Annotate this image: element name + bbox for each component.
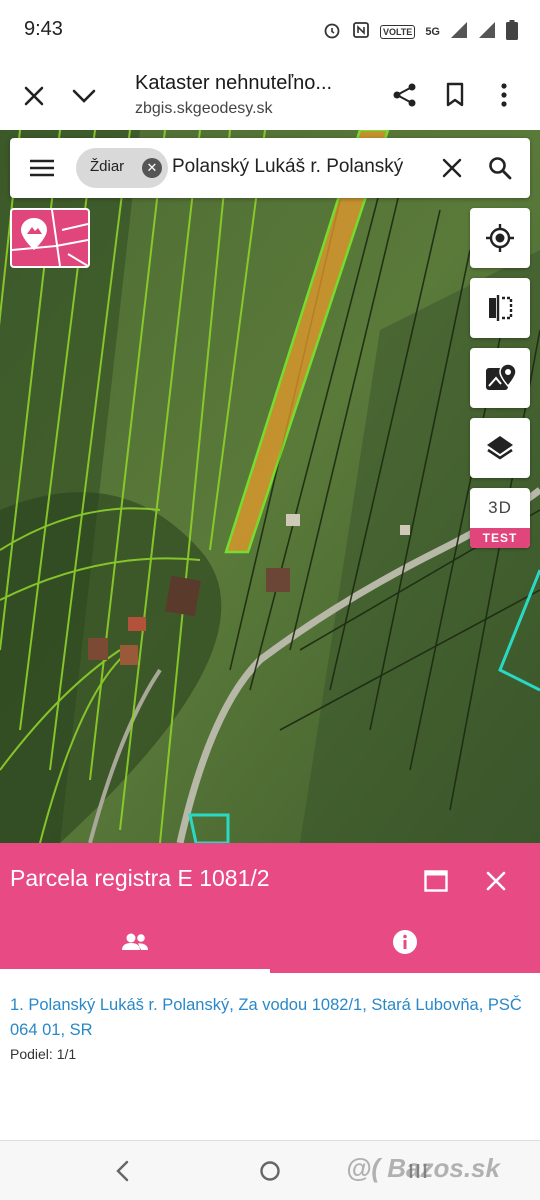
watermark: @( Bazos.sk <box>346 1153 500 1183</box>
signal-icon-2 <box>478 21 496 42</box>
parcel-title: Parcela registra E 1081/2 <box>10 865 270 891</box>
my-location-icon[interactable] <box>470 208 530 268</box>
volte-badge: VOLTE <box>379 24 416 39</box>
search-input[interactable]: Polanský Lukáš r. Polanský <box>172 156 403 178</box>
alarm-icon <box>322 20 342 43</box>
parcel-panel-body: 1. Polanský Lukáš r. Polanský, Za vodou … <box>0 973 540 1140</box>
status-bar: 9:43 VOLTE 5G <box>0 0 540 62</box>
system-nav-bar: @( Bazos.sk <box>0 1140 540 1200</box>
network-label: 5G <box>425 25 440 38</box>
tab-info[interactable] <box>270 911 540 973</box>
location-chip-label: Ždiar <box>90 158 125 175</box>
search-icon[interactable] <box>482 150 518 186</box>
status-time: 9:43 <box>24 18 63 40</box>
parcel-tabs <box>0 911 540 973</box>
maximize-icon[interactable] <box>416 861 456 901</box>
share-icon[interactable] <box>384 74 426 116</box>
close-icon[interactable] <box>14 76 54 116</box>
more-vert-icon[interactable] <box>486 74 522 116</box>
status-icons: VOLTE 5G <box>322 20 518 43</box>
back-icon[interactable] <box>104 1153 140 1189</box>
test-badge: TEST <box>470 528 530 548</box>
location-chip[interactable]: Ždiar ✕ <box>76 148 168 188</box>
close-panel-icon[interactable] <box>476 861 516 901</box>
info-icon <box>393 930 417 954</box>
owner-link[interactable]: 1. Polanský Lukáš r. Polanský, Za vodou … <box>10 993 530 1043</box>
3d-view-button[interactable]: 3D TEST <box>470 488 530 548</box>
clear-search-icon[interactable] <box>434 150 470 186</box>
3d-label: 3D <box>488 498 512 517</box>
map-pin-logo-icon <box>12 210 88 266</box>
signal-icon <box>450 21 468 42</box>
layers-icon[interactable] <box>470 418 530 478</box>
compare-icon[interactable] <box>470 278 530 338</box>
bookmark-icon[interactable] <box>434 74 476 116</box>
page-title: Kataster nehnuteľno... <box>135 72 333 94</box>
ownership-share: Podiel: 1/1 <box>10 1046 77 1062</box>
page-url: zbgis.skgeodesy.sk <box>135 100 273 117</box>
nfc-icon <box>352 21 370 42</box>
tab-owners[interactable] <box>0 911 270 973</box>
hamburger-icon[interactable] <box>22 148 62 188</box>
browser-toolbar: Kataster nehnuteľno... zbgis.skgeodesy.s… <box>0 62 540 130</box>
people-icon <box>122 933 148 950</box>
map-search-bar: Ždiar ✕ Polanský Lukáš r. Polanský <box>10 138 530 198</box>
zbgis-logo-button[interactable] <box>10 208 90 268</box>
chevron-down-icon[interactable] <box>64 76 104 116</box>
chip-close-icon[interactable]: ✕ <box>142 158 162 178</box>
google-maps-icon[interactable] <box>470 348 530 408</box>
battery-icon <box>506 20 518 43</box>
home-icon[interactable] <box>252 1153 288 1189</box>
